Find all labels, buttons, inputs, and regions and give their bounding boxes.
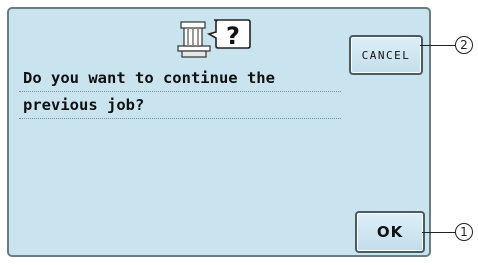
ok-button[interactable]: OK [355, 211, 425, 253]
cancel-button[interactable]: CANCEL [349, 35, 423, 75]
dialog-message: Do you want to continue the previous job… [19, 66, 341, 120]
sewing-machine-question-icon: ? [177, 19, 251, 58]
cancel-callout-line [420, 45, 456, 46]
ok-callout-line [422, 232, 456, 233]
message-line-1: Do you want to continue the [19, 66, 341, 92]
dialog-panel: ? Do you want to continue the previous j… [7, 7, 431, 257]
cancel-callout-number: 2 [455, 36, 473, 54]
svg-text:?: ? [226, 22, 240, 50]
message-line-2: previous job? [19, 93, 341, 119]
ok-callout-number: 1 [455, 223, 473, 241]
